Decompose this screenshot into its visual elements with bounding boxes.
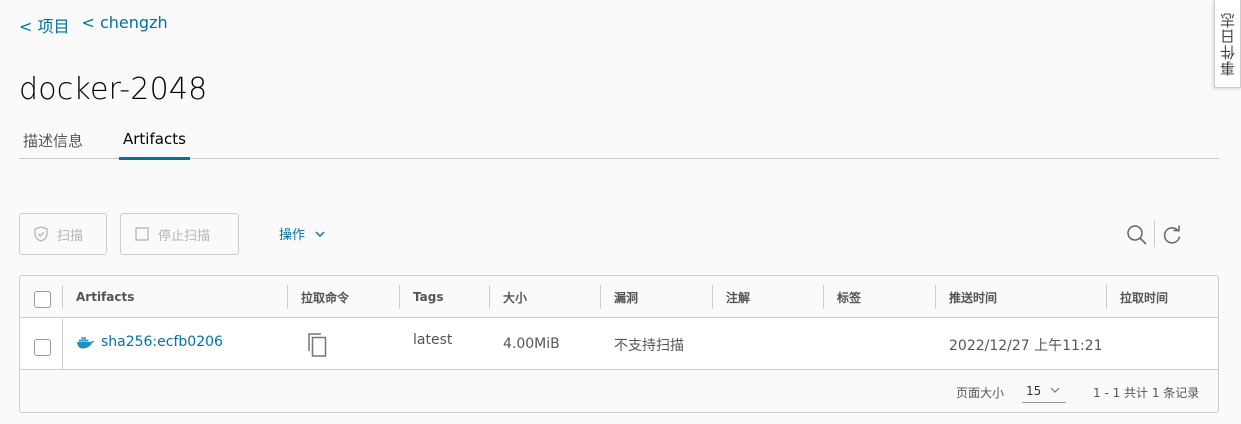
stop-scan-label: 停止扫描 [158, 228, 211, 244]
artifact-digest-link[interactable]: sha256:ecfb0206 [76, 334, 223, 350]
refresh-icon[interactable] [1161, 224, 1183, 246]
page-size-label: 页面大小 [956, 386, 1005, 400]
column-header-tags[interactable]: Tags [400, 276, 443, 318]
stop-scan-button[interactable]: 停止扫描 [120, 213, 239, 255]
column-header-labels[interactable]: 标签 [824, 276, 861, 318]
column-header-size[interactable]: 大小 [490, 276, 527, 318]
search-icon[interactable] [1126, 224, 1148, 246]
page-title: docker-2048 [19, 72, 208, 107]
tab-bar: 描述信息 Artifacts [19, 127, 1219, 160]
column-header-pull-time[interactable]: 拉取时间 [1107, 276, 1168, 318]
page-size-value: 15 [1026, 384, 1042, 398]
actions-label: 操作 [279, 228, 306, 243]
column-header-pull-command[interactable]: 拉取命令 [288, 276, 349, 318]
row-select-checkbox[interactable] [34, 339, 51, 356]
pagination-summary: 1 - 1 共计 1 条记录 [1093, 386, 1200, 400]
toolbar-divider [1154, 221, 1155, 247]
breadcrumb-project-link[interactable]: < chengzh [82, 13, 168, 37]
column-header-annotations[interactable]: 注解 [713, 276, 750, 318]
event-log-label: 事件日志 [1219, 11, 1237, 76]
table-row: sha256:ecfb0206 latest 4.00MiB 不支持扫描 202… [20, 319, 1218, 370]
scan-label: 扫描 [57, 228, 84, 244]
copy-icon[interactable] [306, 332, 328, 358]
column-header-push-time[interactable]: 推送时间 [936, 276, 997, 318]
actions-dropdown[interactable]: 操作 [279, 224, 325, 243]
artifact-push-time: 2022/12/27 上午11:21 [949, 338, 1103, 354]
breadcrumb-projects-link[interactable]: < 项目 [19, 13, 70, 37]
artifacts-table: Artifacts 拉取命令 Tags 大小 漏洞 注解 标签 推送时间 拉取时… [19, 275, 1219, 413]
artifact-tags: latest [413, 332, 453, 348]
artifact-size: 4.00MiB [503, 336, 560, 352]
table-footer: 页面大小 15 1 - 1 共计 1 条记录 [20, 371, 1218, 412]
column-header-artifacts[interactable]: Artifacts [63, 276, 134, 318]
docker-icon [77, 336, 94, 348]
artifact-digest: sha256:ecfb0206 [101, 334, 223, 350]
event-log-drawer-tab[interactable]: 事件日志 [1214, 0, 1241, 88]
column-header-vulnerabilities[interactable]: 漏洞 [601, 276, 638, 318]
select-all-checkbox[interactable] [34, 291, 51, 308]
table-header: Artifacts 拉取命令 Tags 大小 漏洞 注解 标签 推送时间 拉取时… [20, 276, 1218, 318]
stop-icon [135, 227, 149, 241]
scan-button[interactable]: 扫描 [19, 213, 107, 255]
column-divider [62, 319, 63, 370]
page-size-select[interactable]: 15 [1022, 379, 1066, 403]
artifact-vulnerabilities: 不支持扫描 [614, 338, 684, 354]
shield-icon [34, 226, 48, 242]
chevron-down-icon [1050, 387, 1060, 393]
chevron-down-icon [315, 231, 325, 237]
tab-info[interactable]: 描述信息 [19, 127, 87, 159]
breadcrumb: < 项目 < chengzh [19, 13, 168, 37]
tab-artifacts[interactable]: Artifacts [119, 127, 190, 160]
